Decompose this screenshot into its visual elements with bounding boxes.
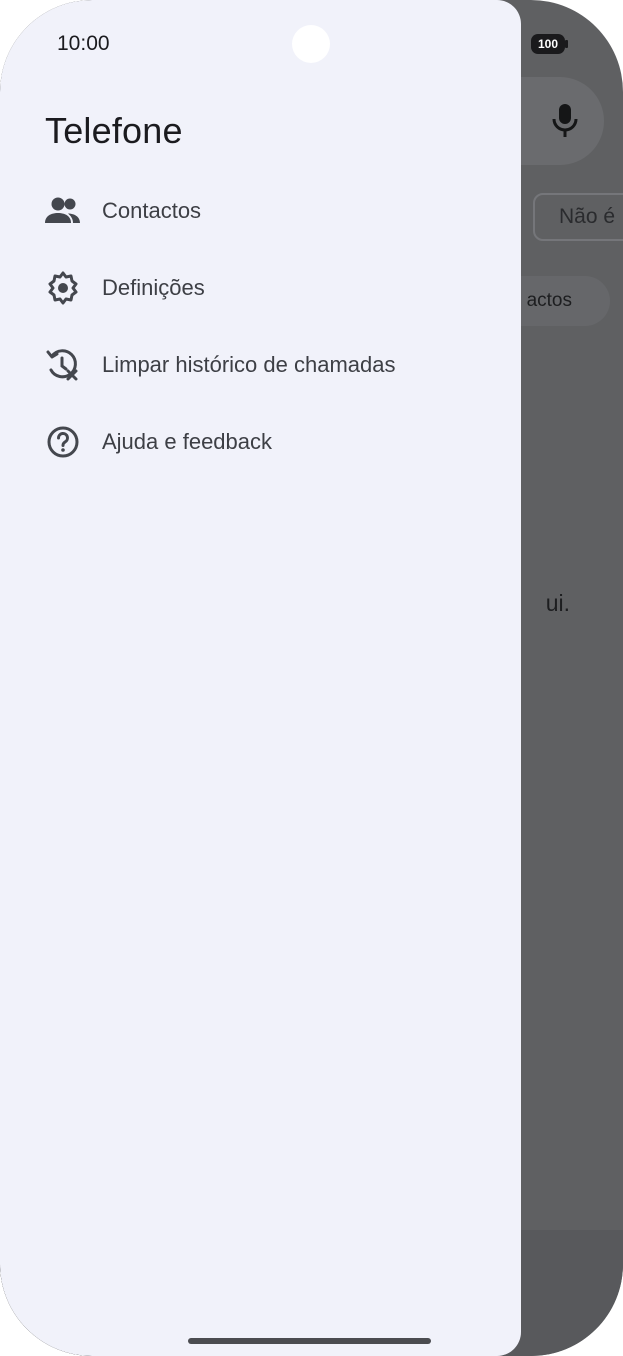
menu-item-contacts[interactable]: Contactos — [0, 180, 521, 242]
menu-item-settings[interactable]: Definições — [0, 257, 521, 319]
menu-item-label: Ajuda e feedback — [102, 429, 273, 454]
camera-cutout — [292, 25, 330, 63]
background-filter-chip: Não é — [533, 193, 623, 241]
navigation-drawer: 10:00 Telefone Contactos Definições Limp… — [0, 0, 521, 1356]
status-time: 10:00 — [57, 32, 110, 55]
menu-item-label: Contactos — [102, 198, 202, 223]
phone-screen: Não é actos ui. 100 10:00 Telefone Conta… — [0, 0, 623, 1356]
menu-item-label: Definições — [102, 275, 205, 300]
contacts-icon — [44, 192, 82, 230]
menu-item-help[interactable]: Ajuda e feedback — [0, 411, 521, 473]
gesture-navigation-handle[interactable] — [188, 1338, 431, 1344]
drawer-title: Telefone — [45, 110, 183, 151]
clear-history-icon — [44, 346, 82, 384]
battery-icon: 100 — [531, 34, 565, 54]
gear-icon — [44, 269, 82, 307]
battery-tip — [565, 40, 568, 48]
menu-item-label: Limpar histórico de chamadas — [102, 352, 396, 377]
mic-icon — [552, 104, 578, 137]
help-icon — [44, 423, 82, 461]
menu-item-clear-history[interactable]: Limpar histórico de chamadas — [0, 334, 521, 396]
